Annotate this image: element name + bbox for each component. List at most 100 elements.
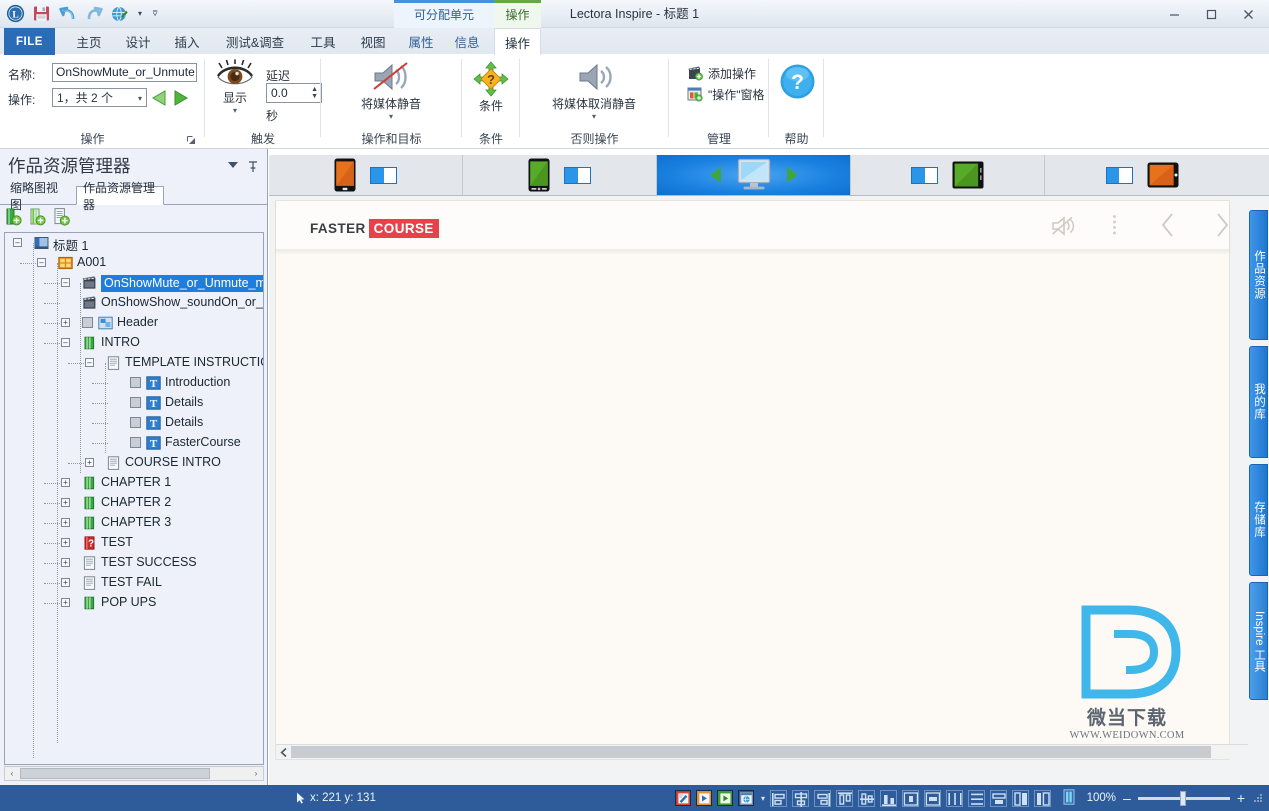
zoom-out-button[interactable]: – [1123, 790, 1131, 806]
tree-row[interactable]: + COURSE INTRO [5, 453, 263, 473]
tree-row[interactable]: + POP UPS [5, 593, 263, 613]
tree-row[interactable]: + TEST FAIL [5, 573, 263, 593]
page-canvas[interactable]: FASTER COURSE 微当下载 WWW.WEIDOWN.COM [269, 196, 1269, 785]
tree-expand-icon[interactable]: + [61, 318, 70, 327]
tree-row[interactable]: + CHAPTER 2 [5, 493, 263, 513]
tree-expand-icon[interactable]: + [61, 518, 70, 527]
tree-collapse-icon[interactable]: – [61, 278, 70, 287]
same-width-icon[interactable] [1012, 789, 1029, 807]
prev-action-button[interactable] [150, 89, 169, 110]
unmute-media-dropdown-icon[interactable]: ▾ [592, 113, 596, 121]
center-in-page-h-icon[interactable] [902, 789, 919, 807]
tab-home[interactable]: 主页 [64, 28, 114, 55]
zoom-slider[interactable] [1137, 790, 1230, 806]
align-top-icon[interactable] [836, 789, 853, 807]
close-button[interactable] [1230, 0, 1267, 28]
tree-row[interactable]: + TEST SUCCESS [5, 553, 263, 573]
title-tree[interactable]: – 标题 1– A001– OnShowMute_or_Unmute_m OnShowS… [4, 232, 264, 765]
tree-expand-icon[interactable]: + [61, 598, 70, 607]
breakpoint-phone-landscape[interactable] [463, 155, 657, 195]
visibility-toggle[interactable] [1105, 166, 1133, 184]
tree-row[interactable]: T Details [5, 413, 263, 433]
preview-mode-icon[interactable] [717, 790, 733, 806]
tab-view[interactable]: 视图 [348, 28, 398, 55]
tree-row[interactable]: – INTRO [5, 333, 263, 353]
tab-design[interactable]: 设计 [114, 28, 162, 55]
same-size-icon[interactable] [990, 789, 1007, 807]
tab-thumbnail-view[interactable]: 缩略图视图 [3, 181, 76, 212]
panel-pin-icon[interactable] [248, 161, 258, 176]
distribute-h-icon[interactable] [946, 789, 963, 807]
action-pane-button[interactable]: "操作"窗格 [687, 84, 765, 104]
tree-row[interactable]: T FasterCourse [5, 433, 263, 453]
add-page-icon[interactable] [52, 207, 71, 229]
delay-spinner[interactable]: 0.0 ▲ ▼ [266, 83, 322, 103]
preview-browser-icon[interactable] [738, 790, 754, 806]
view-mode-dropdown-icon[interactable]: ▾ [761, 794, 765, 803]
tree-row[interactable]: + CHAPTER 1 [5, 473, 263, 493]
tree-row[interactable]: – OnShowMute_or_Unmute_m [5, 273, 263, 293]
unmute-media-button[interactable]: 将媒体取消静音 ▾ [533, 59, 655, 121]
same-height-icon[interactable] [1034, 789, 1051, 807]
scroll-left-icon[interactable]: ‹ [5, 767, 19, 780]
vtab-repository[interactable]: 存储库 [1249, 464, 1268, 576]
tree-expand-icon[interactable]: + [61, 478, 70, 487]
breakpoint-phone-portrait[interactable] [269, 155, 463, 195]
visibility-checkbox[interactable] [130, 417, 141, 428]
visibility-checkbox[interactable] [130, 397, 141, 408]
tree-expand-icon[interactable]: + [61, 558, 70, 567]
prev-breakpoint-icon[interactable] [709, 167, 721, 183]
panel-horizontal-scrollbar[interactable]: ‹ › [4, 766, 264, 781]
mute-media-button[interactable]: 将媒体静音 ▾ [335, 59, 447, 121]
align-left-icon[interactable] [770, 789, 787, 807]
prev-page-icon[interactable] [1160, 212, 1176, 241]
center-in-page-v-icon[interactable] [924, 789, 941, 807]
action-name-input[interactable]: OnShowMute_or_Unmute [52, 63, 197, 82]
scroll-right-icon[interactable]: › [249, 767, 263, 780]
tab-tools[interactable]: 工具 [298, 28, 348, 55]
tree-expand-icon[interactable]: + [61, 498, 70, 507]
next-page-icon[interactable] [1214, 212, 1230, 241]
spinner-down-icon[interactable]: ▼ [311, 93, 318, 100]
next-action-button[interactable] [171, 89, 190, 110]
tree-row[interactable]: T Details [5, 393, 263, 413]
align-bottom-icon[interactable] [880, 789, 897, 807]
align-center-h-icon[interactable] [792, 789, 809, 807]
canvas-horizontal-scrollbar[interactable] [276, 744, 1262, 759]
tree-collapse-icon[interactable]: – [85, 358, 94, 367]
help-button[interactable]: ? [775, 63, 819, 100]
scrollbar-thumb[interactable] [291, 746, 1211, 758]
tree-row[interactable]: + CHAPTER 3 [5, 513, 263, 533]
align-right-icon[interactable] [814, 789, 831, 807]
page-surface[interactable]: FASTER COURSE 微当下载 WWW.WEIDOWN.COM [275, 200, 1262, 760]
zoom-slider-thumb[interactable] [1179, 790, 1186, 806]
mute-speaker-icon[interactable] [1051, 215, 1077, 240]
tree-row[interactable]: – A001 [5, 253, 263, 273]
show-trigger-button[interactable]: 显示 ▾ [211, 59, 259, 115]
tab-properties[interactable]: 属性 [398, 28, 444, 55]
fit-page-icon[interactable] [1062, 788, 1076, 808]
align-middle-v-icon[interactable] [858, 789, 875, 807]
more-menu-icon[interactable] [1112, 214, 1117, 239]
tree-collapse-icon[interactable]: – [61, 338, 70, 347]
breakpoint-desktop-active[interactable] [657, 155, 851, 195]
tab-info[interactable]: 信息 [444, 28, 490, 55]
scrollbar-thumb[interactable] [20, 768, 210, 779]
tree-row[interactable]: – 标题 1 [5, 233, 263, 253]
visibility-toggle[interactable] [370, 166, 397, 184]
tab-title-explorer[interactable]: 作品资源管理器 [76, 181, 164, 212]
mute-media-dropdown-icon[interactable]: ▾ [389, 113, 393, 121]
canvas-scroll-left-icon[interactable] [276, 746, 290, 759]
tree-expand-icon[interactable]: + [61, 578, 70, 587]
vtab-my-library[interactable]: 我的库 [1249, 346, 1268, 458]
visibility-toggle[interactable] [911, 166, 938, 184]
tree-expand-icon[interactable]: + [85, 458, 94, 467]
visibility-checkbox[interactable] [130, 377, 141, 388]
tree-row[interactable]: OnShowShow_soundOn_or_ [5, 293, 263, 313]
add-action-button[interactable]: 添加操作 [687, 63, 756, 83]
tree-row[interactable]: +? TEST [5, 533, 263, 553]
add-section-icon[interactable] [28, 207, 47, 229]
tab-insert[interactable]: 插入 [162, 28, 212, 55]
breakpoint-tablet-green[interactable] [851, 155, 1045, 195]
tree-row[interactable]: + Header [5, 313, 263, 333]
